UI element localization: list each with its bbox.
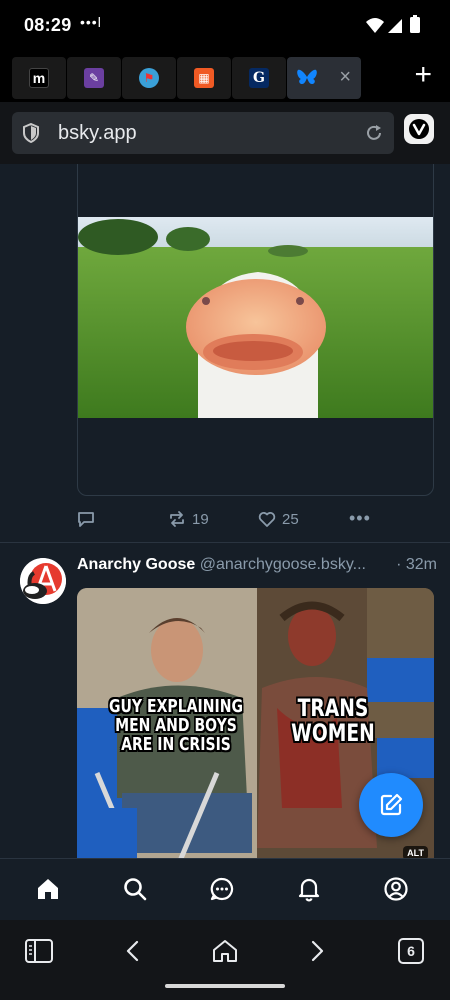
reload-icon[interactable] — [364, 123, 384, 143]
address-bar-area: bsky.app — [0, 102, 450, 164]
tab-mastodon[interactable]: m — [12, 57, 66, 99]
author-name[interactable]: Anarchy Goose — [77, 556, 195, 573]
pencil-icon: ✎ — [84, 68, 104, 88]
nav-chat[interactable] — [206, 873, 238, 905]
tab-editor[interactable]: ✎ — [67, 57, 121, 99]
guardian-icon: G — [249, 68, 269, 88]
status-bar: 08:29 •••l — [0, 0, 450, 50]
avatar[interactable] — [20, 558, 66, 604]
butterfly-icon — [297, 69, 317, 84]
post-time[interactable]: · 32m — [396, 556, 437, 574]
heart-icon — [258, 512, 276, 527]
nav-notifications[interactable] — [293, 873, 325, 905]
back-button[interactable] — [116, 934, 150, 968]
tab-count: 6 — [398, 938, 424, 964]
profile-icon — [384, 877, 408, 901]
tab-antifa[interactable]: ⚑ — [122, 57, 176, 99]
browser-bottom-bar: 6 — [0, 920, 450, 1000]
meme-caption-right: TRANS WOMEN — [291, 694, 375, 748]
reply-icon — [78, 512, 94, 527]
like-button[interactable]: 25 — [258, 510, 299, 528]
vivaldi-icon — [409, 119, 429, 139]
browser-tab-strip: m ✎ ⚑ ▦ G × — [0, 50, 450, 102]
feed: 19 25 ••• Anarchy Goose @anarchygoose.bs… — [0, 164, 450, 858]
meme-caption-left: GUY EXPLAINING MEN AND BOYS ARE IN CRISI… — [109, 696, 243, 755]
post1-actions: 19 25 ••• — [0, 508, 450, 538]
status-icons — [364, 14, 428, 36]
chat-icon — [210, 877, 234, 901]
browser-home-button[interactable] — [208, 934, 242, 968]
chevron-left-icon — [126, 940, 139, 962]
nav-home[interactable] — [32, 873, 64, 905]
home-icon — [38, 879, 58, 899]
status-time: 08:29 — [24, 15, 72, 35]
more-options-button[interactable]: ••• — [349, 508, 371, 529]
browser-home-icon — [213, 940, 237, 962]
panel-button[interactable] — [22, 934, 56, 968]
tab-switcher-button[interactable]: 6 — [394, 934, 428, 968]
anarchy-goose-avatar — [20, 558, 66, 604]
ellipsis-icon: ••• — [349, 508, 371, 528]
goose-photo[interactable] — [78, 217, 434, 418]
compose-icon — [380, 793, 403, 816]
repost-icon — [170, 511, 184, 527]
panel-icon — [25, 939, 53, 963]
nav-profile[interactable] — [380, 873, 412, 905]
gesture-home-bar[interactable] — [165, 984, 285, 988]
bookmark-icon: ▦ — [194, 68, 214, 88]
shield-icon[interactable] — [22, 123, 40, 143]
repost-button[interactable]: 19 — [168, 510, 209, 528]
battery-icon — [410, 15, 420, 33]
post-divider — [0, 542, 450, 543]
forward-button[interactable] — [300, 934, 334, 968]
tab-bluesky[interactable]: × — [287, 57, 361, 99]
reply-button[interactable] — [77, 510, 95, 528]
repost-count: 19 — [192, 510, 209, 528]
compose-button[interactable] — [359, 773, 423, 837]
wifi-icon — [366, 18, 384, 33]
vivaldi-menu-button[interactable] — [404, 114, 434, 144]
tab-reader[interactable]: ▦ — [177, 57, 231, 99]
notification-dots: •••l — [80, 14, 102, 30]
app-bottom-nav — [0, 858, 450, 920]
post-embed-card[interactable] — [77, 164, 434, 496]
alt-text-badge[interactable]: ALT — [403, 846, 428, 858]
url-text[interactable]: bsky.app — [58, 122, 137, 145]
flag-icon: ⚑ — [139, 68, 159, 88]
signal-icon — [388, 19, 402, 33]
search-icon — [124, 878, 147, 901]
bell-icon — [298, 878, 320, 902]
nav-search[interactable] — [119, 873, 151, 905]
post-header: Anarchy Goose @anarchygoose.bsky... · 32… — [77, 556, 437, 574]
close-tab-icon[interactable]: × — [339, 67, 351, 87]
address-bar[interactable]: bsky.app — [12, 112, 394, 154]
tab-guardian[interactable]: G — [232, 57, 286, 99]
new-tab-button[interactable]: + — [414, 60, 432, 90]
mastodon-icon: m — [29, 68, 49, 88]
chevron-right-icon — [311, 940, 324, 962]
author-handle[interactable]: @anarchygoose.bsky... — [200, 556, 366, 573]
like-count: 25 — [282, 510, 299, 528]
